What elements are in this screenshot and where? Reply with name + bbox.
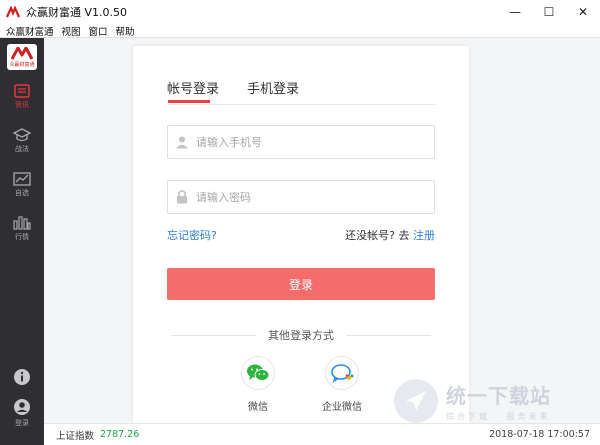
watermark: 统一下载站 综合下载 · 服务未来: [394, 370, 594, 432]
logo-mark-icon: [11, 46, 33, 60]
sidebar-item-label: 行情: [15, 233, 29, 241]
sidebar-item-info[interactable]: [0, 368, 44, 386]
sidebar: 众赢财富通 资讯 战法 自选 行情 登录: [0, 38, 44, 445]
wechat-label: 微信: [248, 402, 268, 413]
window-title: 众赢财富通 V1.0.50: [26, 6, 128, 19]
menu-window[interactable]: 窗口: [89, 24, 108, 38]
wecom-label: 企业微信: [322, 402, 362, 413]
info-icon: [14, 369, 30, 385]
sidebar-item-label: 资讯: [15, 101, 29, 109]
sidebar-item-label: 自选: [15, 189, 29, 197]
other-login-divider: 其他登录方式: [171, 327, 431, 343]
lock-icon: [174, 189, 190, 205]
user-icon: [14, 399, 30, 415]
menu-bar: 众赢财富通 视图 窗口 帮助: [0, 24, 600, 38]
tab-account-login[interactable]: 帐号登录: [167, 78, 219, 103]
sidebar-item-market[interactable]: 行情: [0, 216, 44, 242]
tab-phone-login[interactable]: 手机登录: [247, 78, 299, 97]
tab-divider: [167, 104, 435, 105]
wecom-icon[interactable]: [325, 356, 359, 390]
menu-view[interactable]: 视图: [62, 24, 81, 38]
wechat-icon[interactable]: [241, 356, 275, 390]
sidebar-item-watchlist[interactable]: 自选: [0, 172, 44, 198]
maximize-button[interactable]: ☐: [532, 0, 566, 24]
close-button[interactable]: ✕: [566, 0, 600, 24]
sidebar-item-label: 登录: [15, 419, 29, 427]
logo-text: 众赢财富通: [9, 61, 35, 68]
trend-chart-icon: [13, 172, 31, 186]
phone-field[interactable]: [167, 125, 435, 159]
login-button[interactable]: 登录: [167, 268, 435, 300]
news-icon: [14, 84, 30, 98]
password-input[interactable]: [196, 190, 416, 204]
app-logo[interactable]: 众赢财富通: [7, 44, 37, 70]
index-value: 2787.26: [100, 429, 140, 440]
password-field[interactable]: [167, 180, 435, 214]
sidebar-item-label: 战法: [15, 145, 29, 153]
user-icon: [174, 134, 190, 150]
forgot-password-link[interactable]: 忘记密码?: [167, 227, 217, 243]
phone-input[interactable]: [196, 135, 416, 149]
watermark-subtext: 综合下载 · 服务未来: [446, 412, 551, 421]
sidebar-item-login[interactable]: 登录: [0, 398, 44, 428]
index-label: 上证指数: [56, 430, 95, 442]
minimize-button[interactable]: —: [498, 0, 532, 24]
wechat-login[interactable]: 微信: [241, 356, 275, 413]
no-account-text: 还没帐号? 去: [345, 229, 410, 242]
other-login-label: 其他登录方式: [268, 329, 334, 342]
wecom-login[interactable]: 企业微信: [322, 356, 362, 413]
watermark-text: 统一下载站: [446, 384, 551, 408]
login-tabs: 帐号登录 手机登录: [167, 78, 327, 103]
bar-chart-icon: [13, 216, 31, 230]
title-bar: 众赢财富通 V1.0.50 — ☐ ✕: [0, 0, 600, 24]
sidebar-item-strategy[interactable]: 战法: [0, 128, 44, 154]
app-logo-icon: [6, 6, 20, 18]
menu-help[interactable]: 帮助: [116, 24, 135, 38]
watermark-logo-icon: [394, 379, 438, 423]
sidebar-item-news[interactable]: 资讯: [0, 84, 44, 110]
menu-app[interactable]: 众赢财富通: [6, 24, 54, 38]
graduation-cap-icon: [13, 128, 31, 142]
register-prompt: 还没帐号? 去 注册: [345, 227, 435, 243]
register-link[interactable]: 注册: [413, 229, 435, 242]
